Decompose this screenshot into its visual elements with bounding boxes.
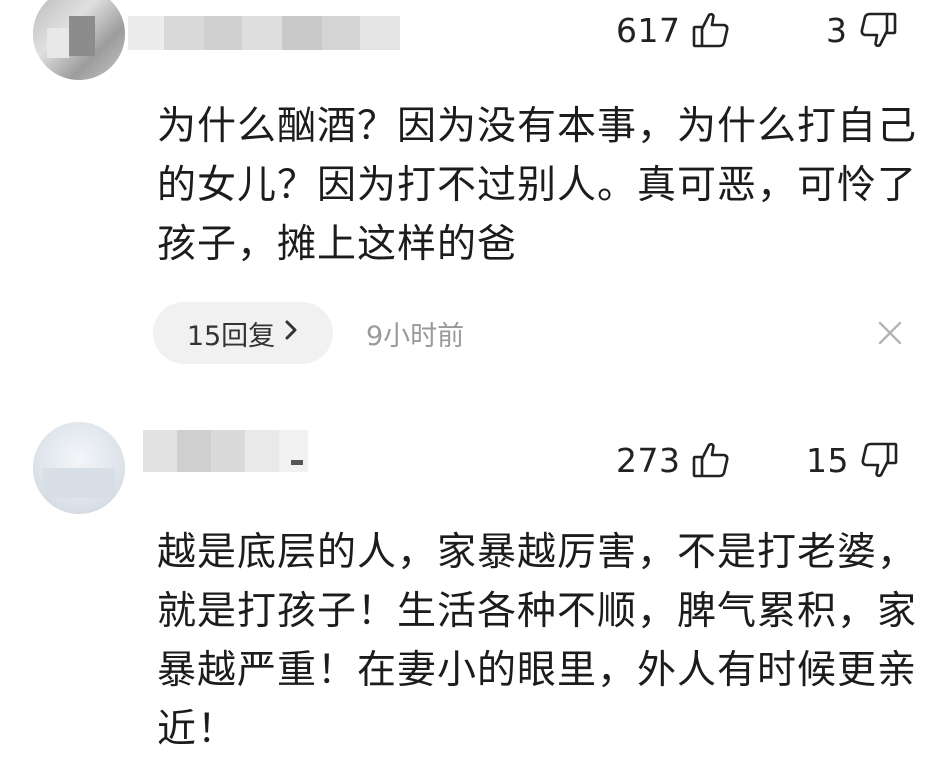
chevron-right-icon	[283, 318, 299, 348]
dislike-button[interactable]: 15	[806, 440, 899, 480]
like-count: 273	[616, 440, 681, 480]
username-blurred[interactable]	[143, 430, 308, 472]
comment-item: 617 3 为什么酗酒？因为没有本事，为什么打自己的女儿？因为打不过别人。真可恶…	[0, 0, 946, 400]
like-count: 617	[616, 10, 681, 50]
thumbs-down-icon	[858, 10, 898, 50]
comment-text: 为什么酗酒？因为没有本事，为什么打自己的女儿？因为打不过别人。真可恶，可怜了孩子…	[157, 104, 918, 267]
comment-item: 273 15 越是底层的人，家暴越厉害，不是打老婆，就是打孩子！生活各种不顺，脾…	[0, 400, 946, 782]
dislike-button[interactable]: 3	[826, 10, 898, 50]
like-button[interactable]: 273	[616, 440, 731, 480]
avatar[interactable]	[33, 0, 125, 80]
replies-label: 15回复	[186, 320, 276, 352]
thumbs-up-icon	[691, 10, 731, 50]
close-icon[interactable]	[876, 319, 904, 347]
replies-button[interactable]: 15回复	[153, 302, 333, 364]
username-blurred[interactable]	[128, 16, 408, 50]
like-button[interactable]: 617	[616, 10, 731, 50]
thumbs-down-icon	[859, 440, 899, 480]
avatar[interactable]	[33, 422, 125, 514]
comment-text: 越是底层的人，家暴越厉害，不是打老婆，就是打孩子！生活各种不顺，脾气累积，家暴越…	[157, 530, 918, 752]
thumbs-up-icon	[691, 440, 731, 480]
dislike-count: 3	[826, 10, 848, 50]
dislike-count: 15	[806, 440, 849, 480]
comment-time: 9小时前	[366, 321, 465, 352]
